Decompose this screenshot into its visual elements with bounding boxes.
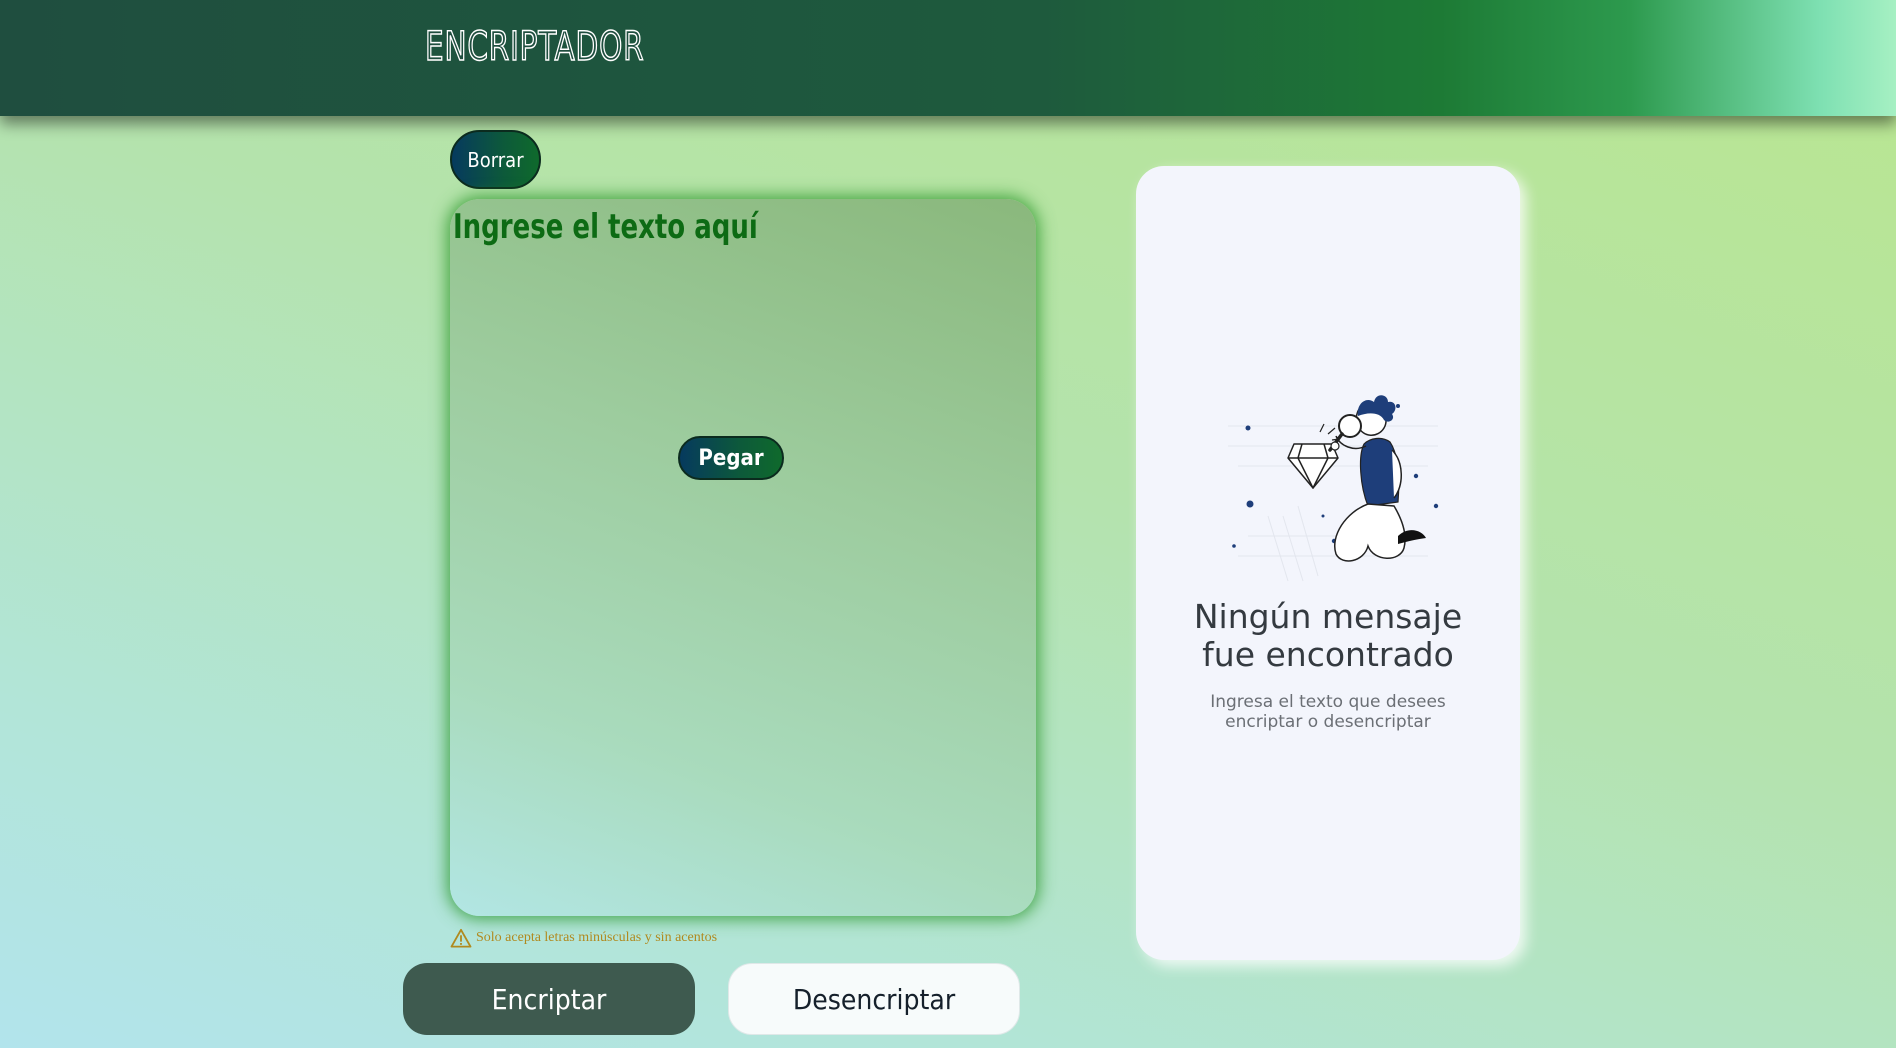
app-logo: ENCRIPTADOR: [424, 23, 645, 71]
clear-button[interactable]: Borrar: [450, 130, 541, 189]
output-panel: Ningún mensaje fue encontrado Ingresa el…: [1136, 166, 1520, 960]
decrypt-button[interactable]: Desencriptar: [728, 963, 1020, 1035]
warning-triangle-icon: [450, 928, 472, 948]
text-input-area[interactable]: Ingrese el texto aquí: [450, 199, 1036, 916]
empty-state-title: Ningún mensaje fue encontrado: [1193, 597, 1463, 674]
empty-state-illustration: [1228, 395, 1439, 582]
warning-text: Solo acepta letras minúsculas y sin acen…: [476, 930, 718, 945]
empty-state-subtitle: Ingresa el texto que desees encriptar o …: [1210, 692, 1446, 732]
input-warning: Solo acepta letras minúsculas y sin acen…: [450, 928, 717, 948]
paste-button[interactable]: Pegar: [678, 436, 784, 480]
input-placeholder: Ingrese el texto aquí: [453, 207, 758, 247]
app-header: ENCRIPTADOR: [0, 0, 1896, 116]
encrypt-button[interactable]: Encriptar: [403, 963, 695, 1035]
